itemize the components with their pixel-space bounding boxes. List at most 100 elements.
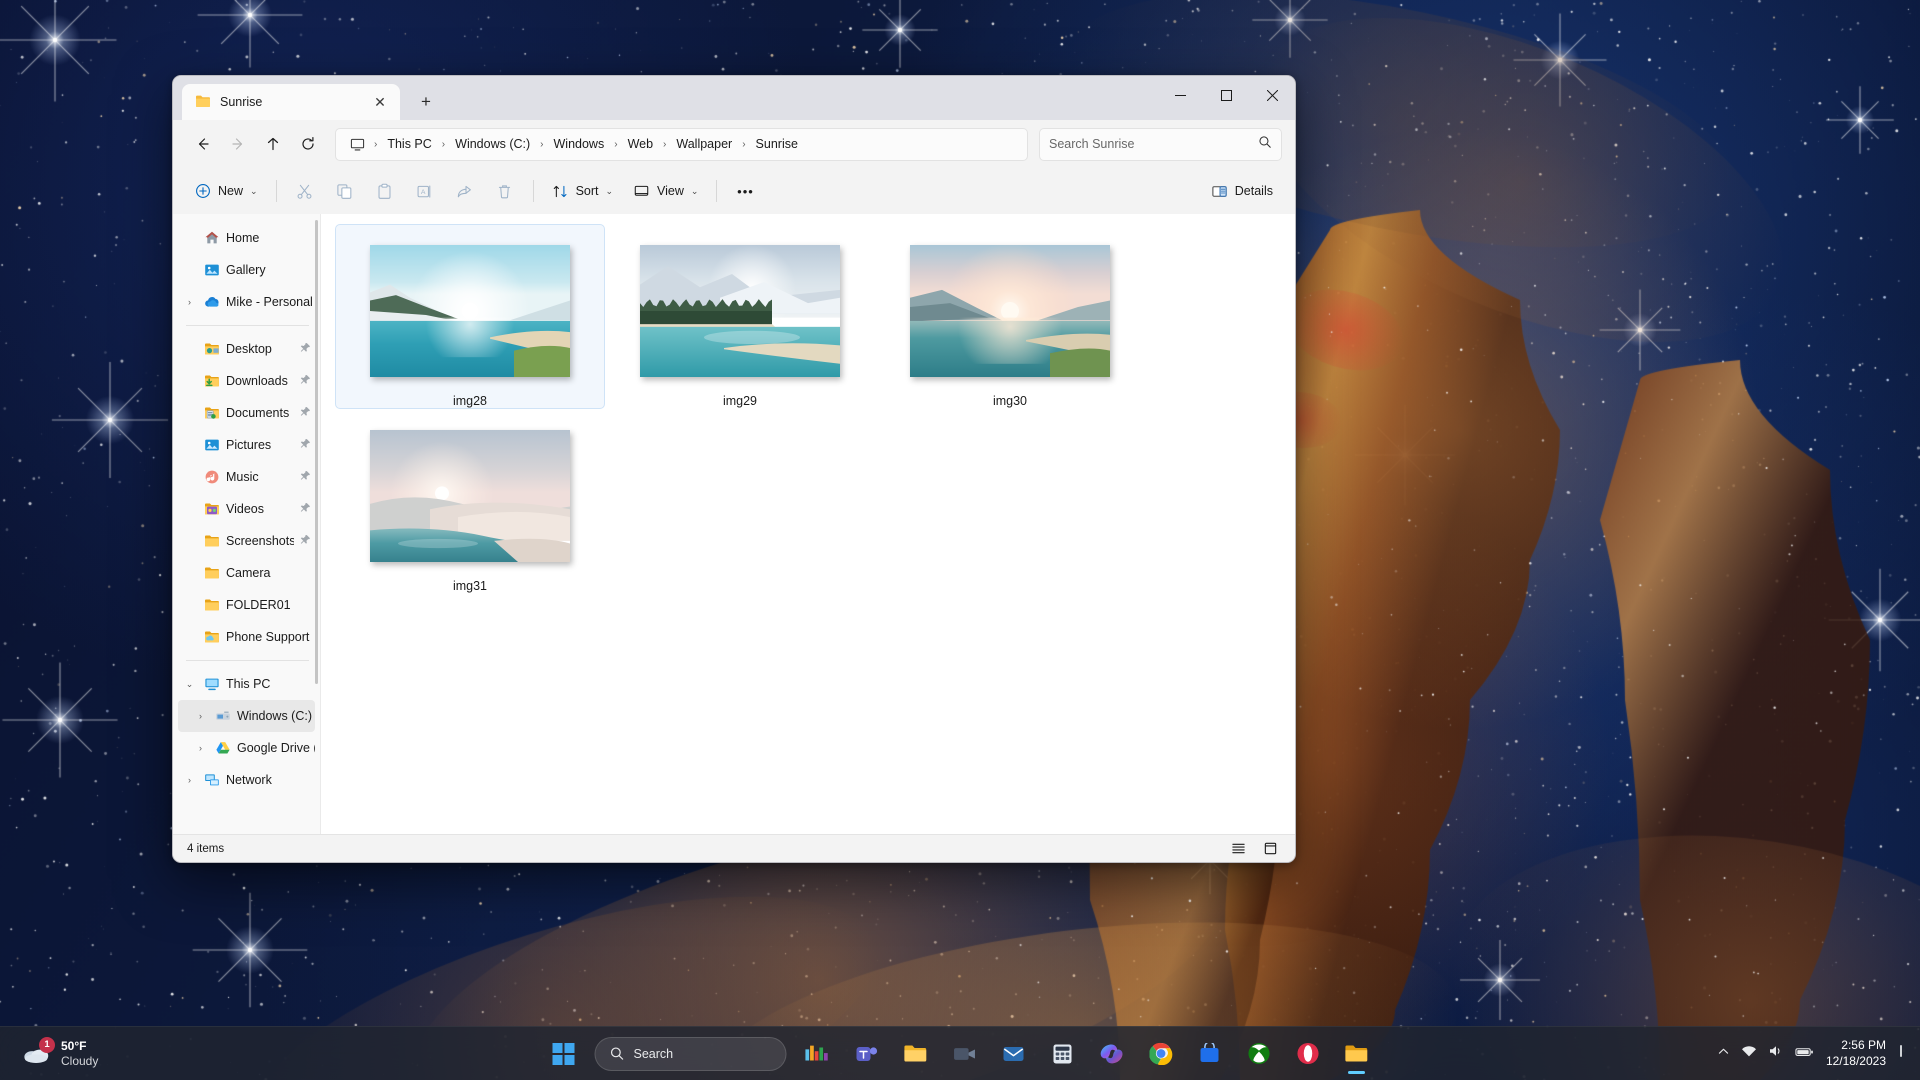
folder-icon bbox=[203, 533, 220, 549]
sidebar-item-downloads[interactable]: Downloads bbox=[178, 365, 315, 397]
file-tile[interactable]: img28 bbox=[335, 224, 605, 409]
folder-icon bbox=[195, 94, 211, 111]
start-button[interactable] bbox=[542, 1032, 586, 1076]
chevron-right-icon[interactable]: › bbox=[182, 775, 197, 785]
breadcrumb-separator: › bbox=[538, 139, 545, 150]
notification-bell-icon[interactable] bbox=[1898, 1044, 1904, 1063]
chevron-down-icon: ⌄ bbox=[606, 186, 614, 197]
new-button[interactable]: New ⌄ bbox=[186, 175, 267, 208]
gallery-icon bbox=[203, 262, 220, 278]
close-button[interactable] bbox=[1249, 76, 1295, 114]
breadcrumb-item-3[interactable]: Web bbox=[621, 134, 660, 154]
new-tab-button[interactable]: + bbox=[409, 87, 443, 117]
up-button[interactable] bbox=[256, 128, 289, 161]
taskbar-clock[interactable]: 2:56 PM 12/18/2023 bbox=[1826, 1038, 1886, 1069]
taskbar-teams[interactable] bbox=[845, 1032, 889, 1076]
taskbar-chrome[interactable] bbox=[1139, 1032, 1183, 1076]
sidebar-item-this-pc[interactable]: ⌄This PC bbox=[178, 668, 315, 700]
file-tile[interactable]: img29 bbox=[605, 224, 875, 409]
sidebar-item-camera[interactable]: Camera bbox=[178, 557, 315, 589]
breadcrumb-item-5[interactable]: Sunrise bbox=[749, 134, 805, 154]
pin-icon[interactable] bbox=[300, 406, 311, 420]
sidebar-item-gallery[interactable]: Gallery bbox=[178, 254, 315, 286]
chevron-down-icon[interactable]: ⌄ bbox=[182, 679, 197, 690]
pin-icon[interactable] bbox=[300, 534, 311, 548]
refresh-button[interactable] bbox=[291, 128, 324, 161]
delete-button[interactable] bbox=[486, 175, 524, 208]
sidebar-item-screenshots[interactable]: Screenshots bbox=[178, 525, 315, 557]
taskbar-xbox[interactable] bbox=[1237, 1032, 1281, 1076]
thumbnail-image bbox=[370, 430, 570, 562]
volume-icon[interactable] bbox=[1768, 1044, 1784, 1063]
breadcrumb-item-4[interactable]: Wallpaper bbox=[669, 134, 739, 154]
sidebar-item-pictures[interactable]: Pictures bbox=[178, 429, 315, 461]
details-pane-button[interactable]: Details bbox=[1202, 175, 1282, 208]
pin-icon[interactable] bbox=[300, 374, 311, 388]
sidebar-item-phone-support[interactable]: Phone Support bbox=[178, 621, 315, 653]
sidebar-item-mike-personal[interactable]: ›Mike - Personal bbox=[178, 286, 315, 318]
search-box[interactable] bbox=[1039, 128, 1282, 161]
network-icon[interactable] bbox=[1741, 1044, 1757, 1063]
toolbar-divider bbox=[533, 180, 534, 202]
view-button[interactable]: View ⌄ bbox=[624, 175, 707, 208]
taskbar-file-explorer-pinned[interactable] bbox=[894, 1032, 938, 1076]
sort-button[interactable]: Sort ⌄ bbox=[543, 175, 622, 208]
share-button[interactable] bbox=[446, 175, 484, 208]
copy-button[interactable] bbox=[326, 175, 364, 208]
sidebar-scrollbar[interactable] bbox=[315, 220, 318, 684]
sidebar-item-desktop[interactable]: Desktop bbox=[178, 333, 315, 365]
sidebar-item-home[interactable]: Home bbox=[178, 222, 315, 254]
pin-icon[interactable] bbox=[300, 438, 311, 452]
chevron-right-icon[interactable]: › bbox=[193, 711, 208, 721]
breadcrumb-item-1[interactable]: Windows (C:) bbox=[448, 134, 537, 154]
tab-sunrise[interactable]: Sunrise ✕ bbox=[182, 84, 400, 120]
taskbar-store[interactable] bbox=[1188, 1032, 1232, 1076]
list-view-icon[interactable] bbox=[1227, 839, 1249, 859]
taskbar-search[interactable]: Search bbox=[595, 1037, 787, 1071]
file-list-content-area[interactable]: img28img29img30 img31 bbox=[321, 214, 1295, 834]
paste-button[interactable] bbox=[366, 175, 404, 208]
back-button[interactable] bbox=[186, 128, 219, 161]
chevron-up-icon[interactable] bbox=[1717, 1045, 1730, 1063]
sidebar-item-music[interactable]: Music bbox=[178, 461, 315, 493]
pin-icon[interactable] bbox=[300, 470, 311, 484]
taskbar-copilot[interactable] bbox=[1090, 1032, 1134, 1076]
details-view-icon[interactable] bbox=[1259, 839, 1281, 859]
forward-button[interactable] bbox=[221, 128, 254, 161]
more-options-button[interactable]: ••• bbox=[726, 175, 764, 208]
sidebar-item-network[interactable]: ›Network bbox=[178, 764, 315, 796]
breadcrumb-root-icon[interactable] bbox=[344, 134, 371, 155]
taskbar-camera[interactable] bbox=[943, 1032, 987, 1076]
maximize-button[interactable] bbox=[1203, 76, 1249, 114]
chevron-right-icon[interactable]: › bbox=[182, 297, 197, 307]
taskbar-widgets[interactable] bbox=[796, 1032, 840, 1076]
minimize-button[interactable] bbox=[1157, 76, 1203, 114]
taskbar-file-explorer-active[interactable] bbox=[1335, 1032, 1379, 1076]
sidebar-item-folder01[interactable]: FOLDER01 bbox=[178, 589, 315, 621]
chevron-right-icon[interactable]: › bbox=[193, 743, 208, 753]
taskbar-calculator[interactable] bbox=[1041, 1032, 1085, 1076]
music-folder-icon bbox=[203, 469, 220, 485]
taskbar-opera[interactable] bbox=[1286, 1032, 1330, 1076]
taskbar-mail[interactable] bbox=[992, 1032, 1036, 1076]
breadcrumb-item-2[interactable]: Windows bbox=[547, 134, 612, 154]
tab-close-icon[interactable]: ✕ bbox=[368, 90, 392, 114]
sidebar-item-videos[interactable]: Videos bbox=[178, 493, 315, 525]
file-tile[interactable]: img31 bbox=[335, 409, 605, 594]
breadcrumb-item-0[interactable]: This PC bbox=[380, 134, 438, 154]
sidebar-item-windows-c[interactable]: ›Windows (C:) bbox=[178, 700, 315, 732]
google-drive-icon bbox=[214, 740, 231, 756]
search-input[interactable] bbox=[1049, 137, 1252, 151]
chevron-down-icon: ⌄ bbox=[691, 186, 699, 197]
cut-button[interactable] bbox=[286, 175, 324, 208]
chevron-down-icon: ⌄ bbox=[250, 186, 258, 197]
rename-button[interactable]: A bbox=[406, 175, 444, 208]
address-bar-breadcrumb[interactable]: › This PC › Windows (C:) › Windows › Web… bbox=[335, 128, 1028, 161]
sidebar-item-documents[interactable]: Documents bbox=[178, 397, 315, 429]
pin-icon[interactable] bbox=[300, 502, 311, 516]
sidebar-item-google-drive[interactable]: ›Google Drive ( bbox=[178, 732, 315, 764]
battery-icon[interactable] bbox=[1795, 1045, 1814, 1063]
weather-widget[interactable]: 1 50°F Cloudy bbox=[4, 1031, 110, 1077]
pin-icon[interactable] bbox=[300, 342, 311, 356]
file-tile[interactable]: img30 bbox=[875, 224, 1145, 409]
